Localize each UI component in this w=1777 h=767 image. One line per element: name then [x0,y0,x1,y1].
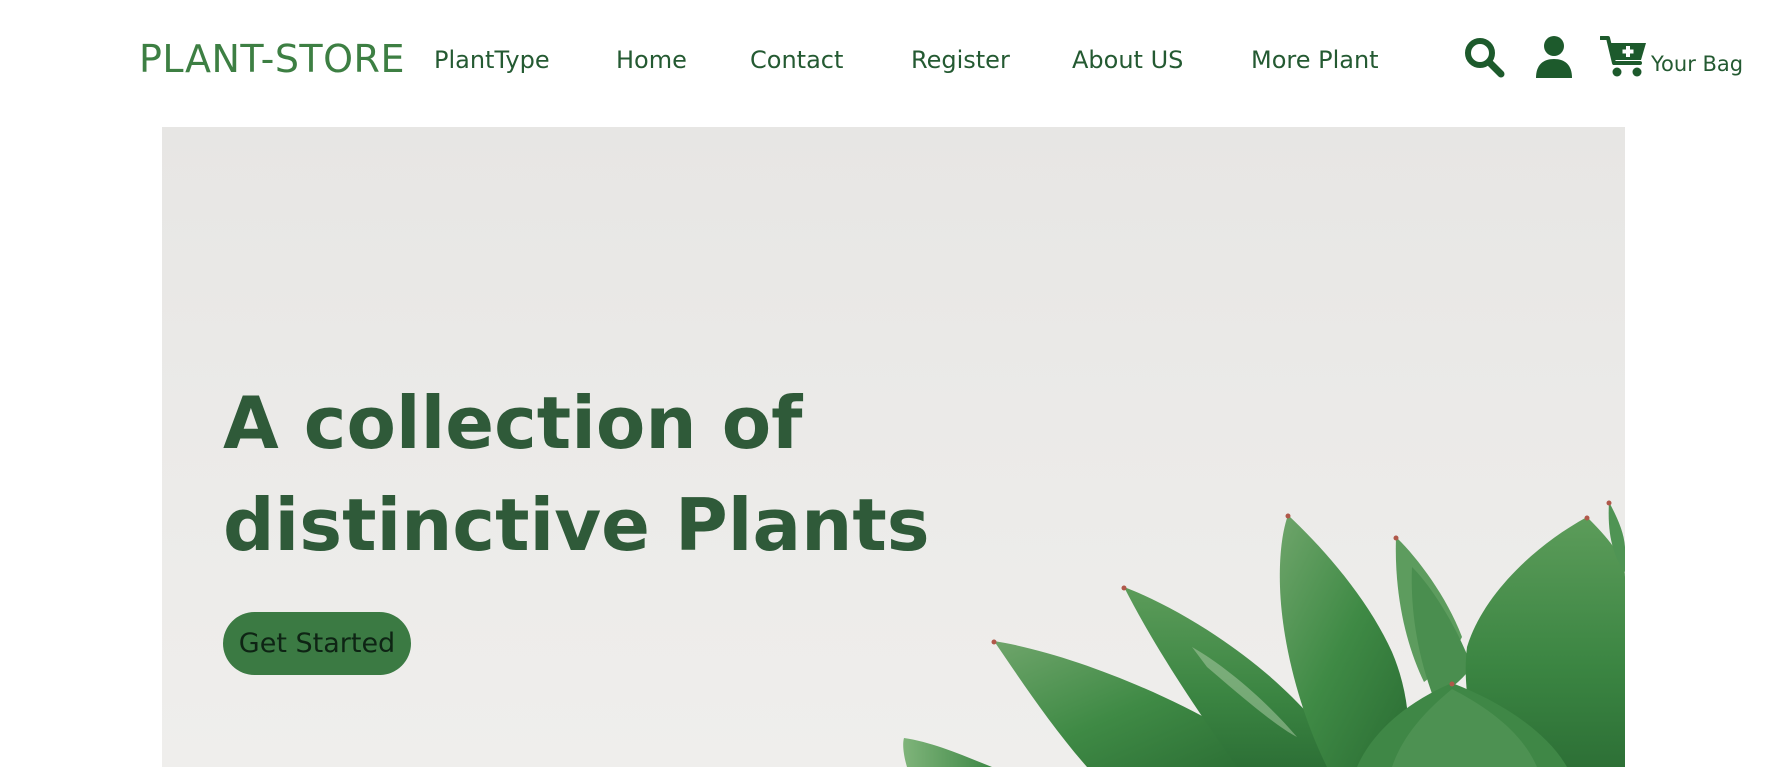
cart-button[interactable] [1600,35,1648,79]
hero-title-line-2: distinctive Plants [223,483,930,567]
nav-item-about-us[interactable]: About US [1072,40,1183,80]
user-icon [1536,36,1572,78]
nav-item-register[interactable]: Register [911,40,1010,80]
hero-title-line-1: A collection of [223,381,803,465]
your-bag-link[interactable]: Your Bag [1651,48,1743,80]
nav-item-home[interactable]: Home [616,40,687,80]
nav-item-plant-type[interactable]: PlantType [434,40,550,80]
page: PLANT-STORE PlantType Home Contact Regis… [0,0,1777,767]
site-header: PLANT-STORE PlantType Home Contact Regis… [0,0,1777,127]
hero-title: A collection of distinctive Plants [223,372,930,576]
search-icon [1465,38,1505,78]
get-started-button[interactable]: Get Started [223,612,411,675]
main-nav: PlantType Home Contact Register About US… [0,40,1777,80]
hero-banner: A collection of distinctive Plants Get S… [162,127,1625,767]
cart-plus-icon [1600,36,1646,77]
nav-item-more-plant[interactable]: More Plant [1251,40,1379,80]
search-button[interactable] [1463,36,1505,78]
account-button[interactable] [1535,35,1573,79]
nav-item-contact[interactable]: Contact [750,40,843,80]
